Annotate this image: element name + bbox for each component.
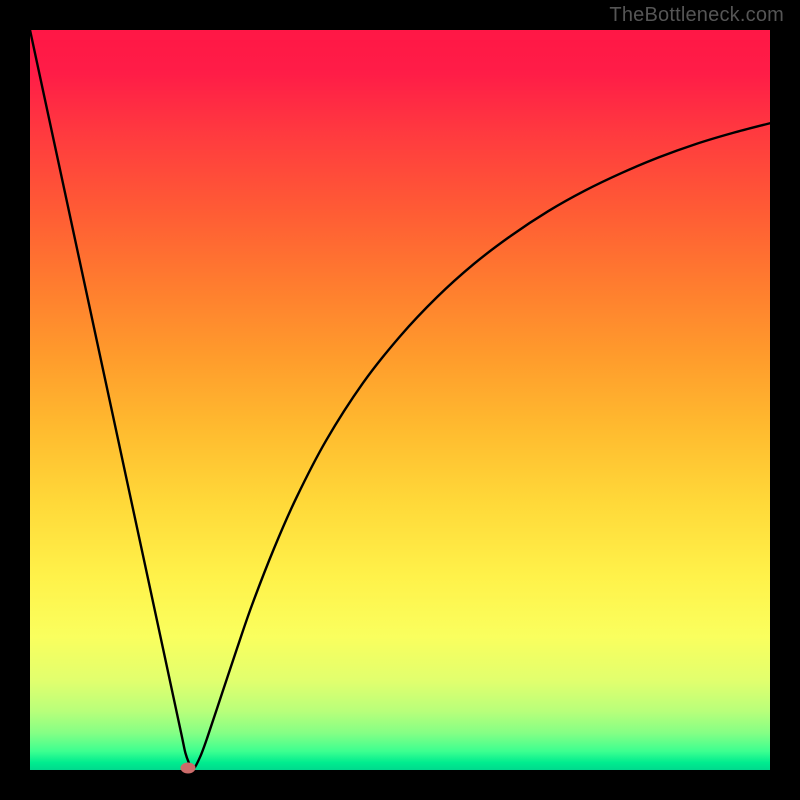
curve-svg bbox=[30, 30, 770, 770]
minimum-marker bbox=[181, 762, 196, 773]
bottleneck-curve bbox=[30, 30, 770, 770]
watermark-text: TheBottleneck.com bbox=[609, 4, 784, 27]
chart-frame: TheBottleneck.com bbox=[0, 0, 800, 800]
plot-area bbox=[30, 30, 770, 770]
